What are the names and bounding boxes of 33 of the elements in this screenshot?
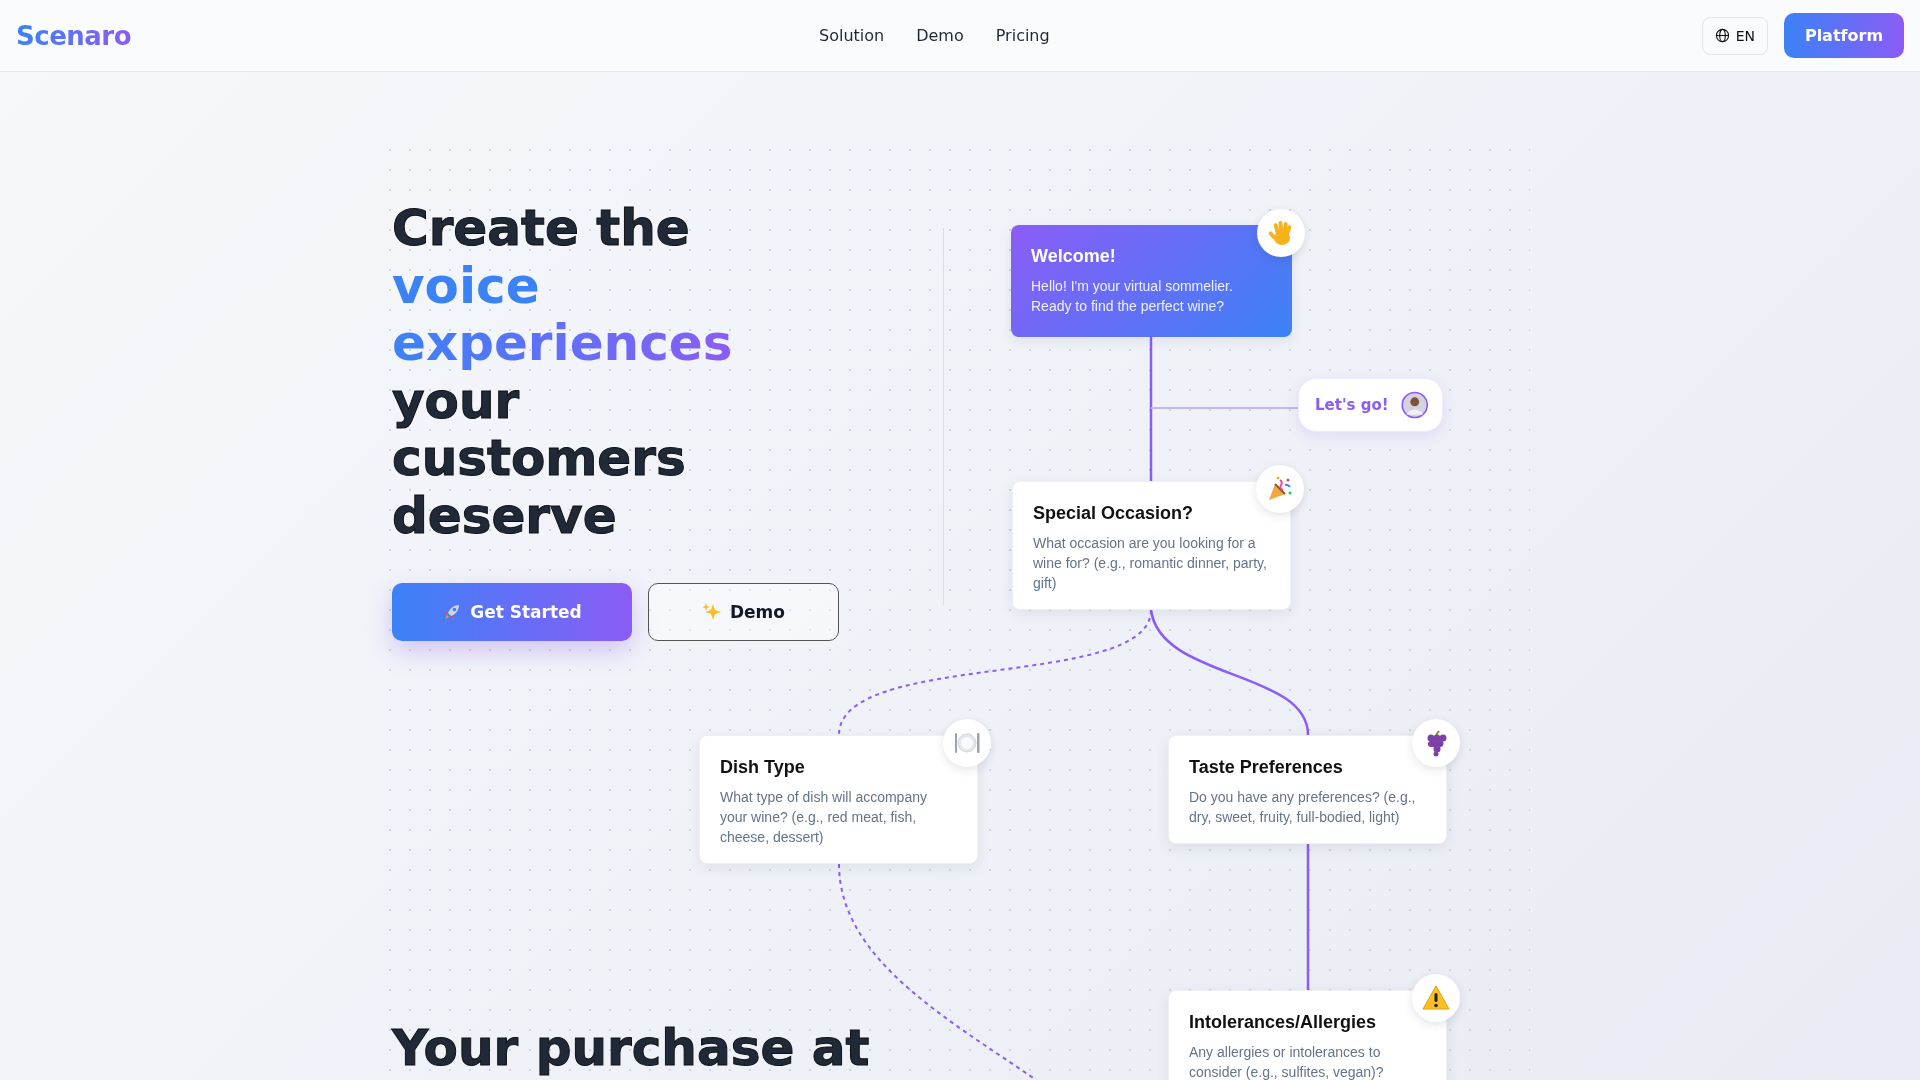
reply-text: Let's go! (1315, 396, 1389, 414)
warning-icon (1422, 984, 1450, 1012)
node-description: Hello! I'm your virtual sommelier. Ready to find the perfect wine? (1031, 277, 1234, 316)
node-title: Dish Type (720, 756, 806, 778)
nav-link[interactable]: Demo (916, 26, 964, 45)
nav-link[interactable]: Solution (819, 26, 885, 45)
section-heading: Your purchase at (392, 1020, 870, 1076)
node-title: Taste Preferences (1189, 756, 1344, 778)
node-title: Intolerances/Allergies (1189, 1011, 1378, 1033)
node-description: What type of dish will accompany your wine? (e.g., red meat, fish, cheese, dessert) (720, 788, 928, 847)
globe-icon (1714, 28, 1730, 43)
headline-text: your (392, 371, 520, 430)
language-button[interactable]: EN (1701, 16, 1768, 55)
flow-node-card[interactable]: Dish Type What type of dish will accompany your wine? (e.g., red meat, fish, cheese, dessert) (699, 735, 978, 864)
flow-node-card[interactable]: Special Occasion? What occasion are you looking for a wine for? (e.g., romantic dinner, party, gift) (1012, 481, 1291, 610)
platform-button[interactable]: Platform (1784, 13, 1904, 58)
flow-node-card[interactable]: Welcome! Hello! I'm your virtual sommelier. Ready to find the perfect wine? (1011, 225, 1292, 337)
party-popper-icon (1266, 475, 1294, 503)
get-started-button[interactable]: Get Started (392, 583, 632, 641)
headline-text: voice (392, 256, 540, 315)
headline-text: deserve (392, 486, 617, 545)
sparkles-icon (701, 602, 722, 622)
nav-link[interactable]: Pricing (995, 26, 1050, 45)
headline-text: Create the (392, 199, 690, 257)
demo-button[interactable]: Demo (648, 583, 839, 641)
node-description: Any allergies or intolerances to consider (e.g., sulfites, vegan)? (1189, 1043, 1385, 1080)
headline-text: customers (392, 429, 686, 487)
node-title: Special Occasion? (1033, 502, 1195, 524)
node-description: What occasion are you looking for a wine for? (e.g., romantic dinner, party, gift) (1033, 534, 1268, 593)
node-title: Welcome! (1031, 245, 1117, 267)
flow-node-card[interactable]: Taste Preferences Do you have any preferences? (e.g., dry, sweet, fruity, full-bodied, light) (1168, 735, 1447, 844)
node-description: Do you have any preferences? (e.g., dry, sweet, fruity, full-bodied, light) (1189, 788, 1417, 827)
flow-node-card[interactable]: Intolerances/Allergies Any allergies or intolerances to consider (e.g., sulfites, vegan)? (1168, 990, 1447, 1080)
